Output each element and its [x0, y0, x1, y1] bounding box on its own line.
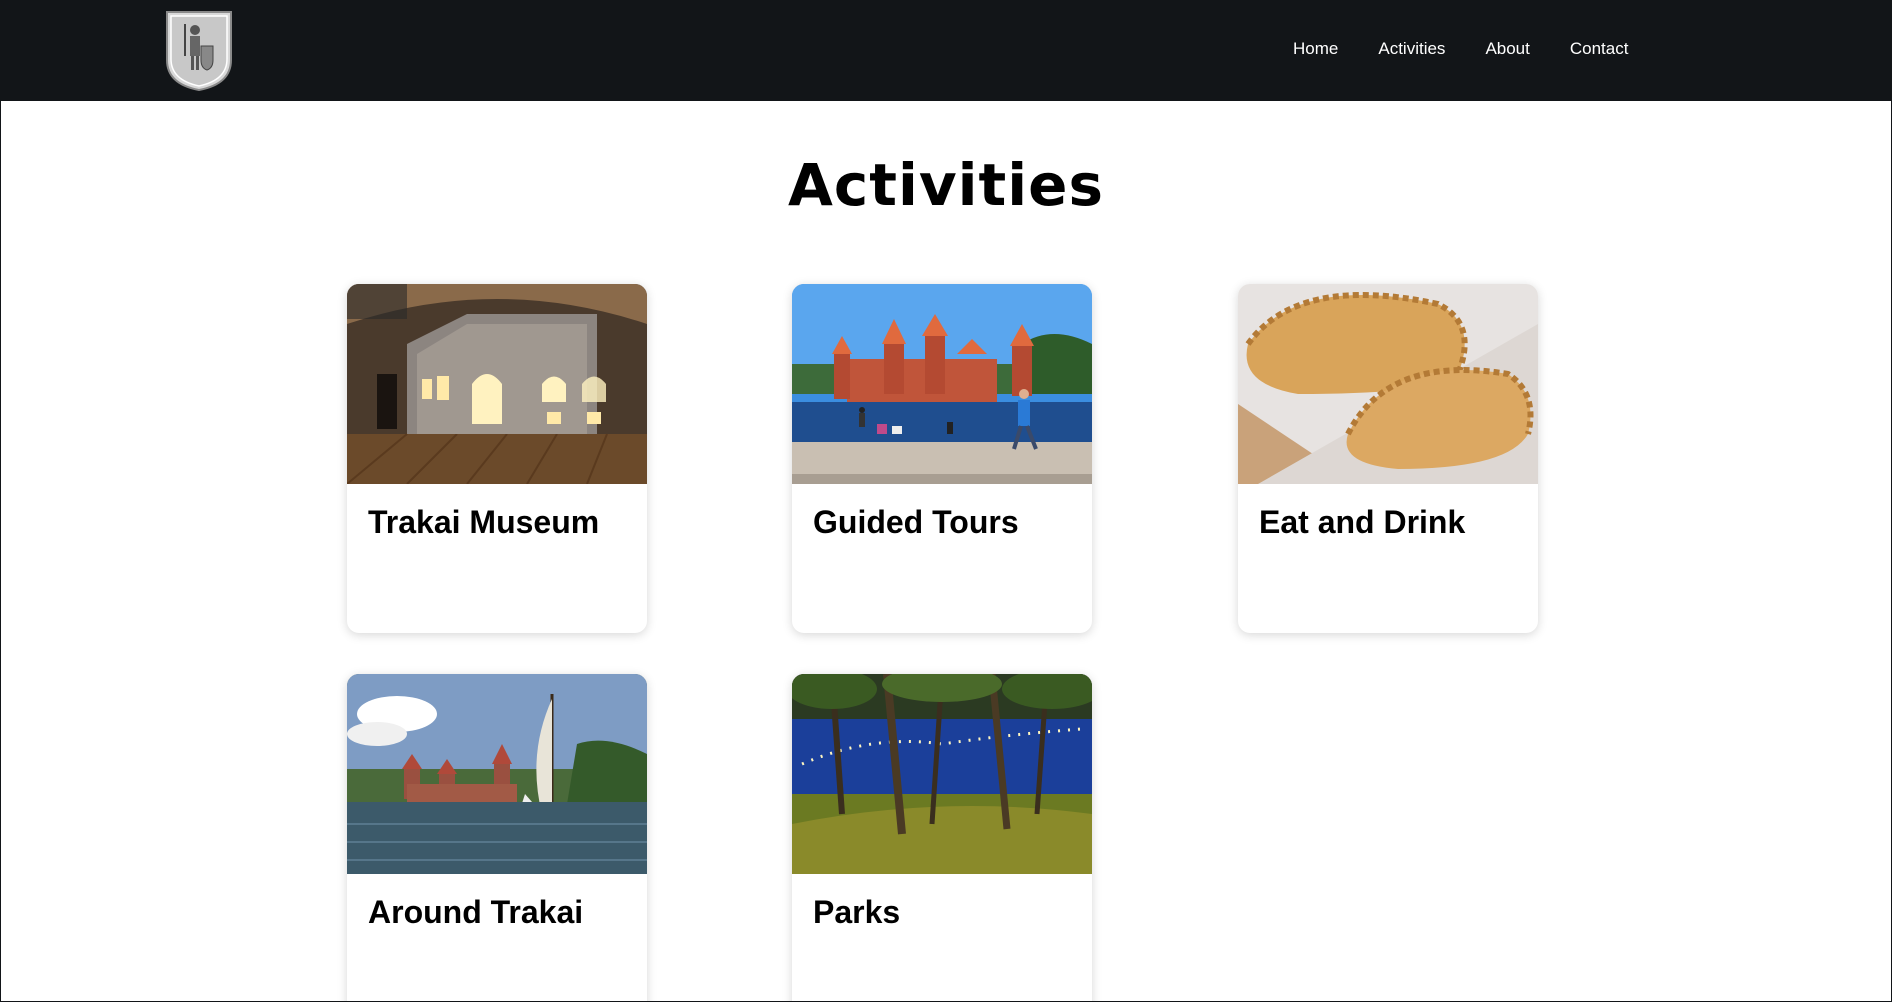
museum-interior-image [347, 284, 647, 484]
navbar: Home Activities About Contact [1, 1, 1891, 101]
card-title: Guided Tours [813, 504, 1019, 540]
activity-card-eat-and-drink[interactable]: Eat and Drink [1238, 284, 1538, 633]
activity-card-guided-tours[interactable]: Guided Tours [792, 284, 1092, 633]
card-title: Around Trakai [368, 894, 584, 930]
park-lights-image [792, 674, 1092, 874]
card-title: Trakai Museum [368, 504, 600, 540]
nav-link-about[interactable]: About [1485, 39, 1529, 59]
nav-link-activities[interactable]: Activities [1378, 39, 1445, 59]
card-title: Eat and Drink [1259, 504, 1466, 540]
pastries-image [1238, 284, 1538, 484]
activity-card-around-trakai[interactable]: Around Trakai [347, 674, 647, 1001]
coat-of-arms-logo[interactable] [165, 10, 233, 92]
sailing-ship-image [347, 674, 647, 874]
island-castle-image [792, 284, 1092, 484]
page-title: Activities [787, 151, 1105, 219]
activity-card-parks[interactable]: Parks [792, 674, 1092, 1001]
nav-link-contact[interactable]: Contact [1570, 39, 1629, 59]
activity-card-trakai-museum[interactable]: Trakai Museum [347, 284, 647, 633]
nav-link-home[interactable]: Home [1293, 39, 1338, 59]
nav-links: Home Activities About Contact [1293, 39, 1668, 59]
card-title: Parks [813, 894, 901, 930]
page: Home Activities About Contact Activities… [0, 0, 1892, 1002]
